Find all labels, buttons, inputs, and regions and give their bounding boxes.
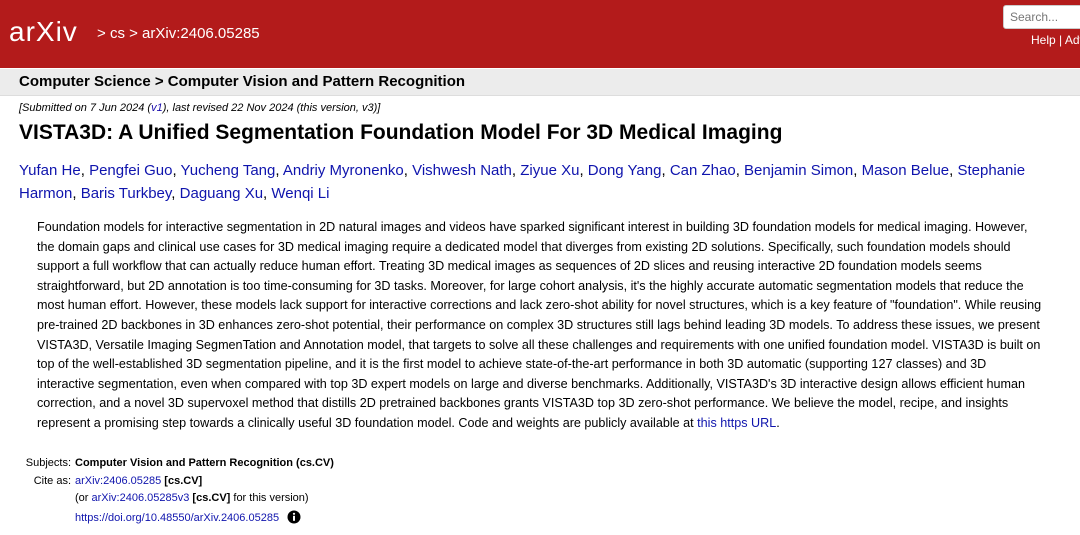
version-v1-link[interactable]: v1 [151,102,163,114]
version-suffix: for this version) [230,492,309,504]
author-separator: , [275,162,283,179]
cite-id-link[interactable]: arXiv:2406.05285 [75,475,161,487]
paper-title: VISTA3D: A Unified Segmentation Foundati… [19,121,783,144]
breadcrumb: > cs > arXiv:2406.05285 [97,25,260,42]
arxiv-logo[interactable]: arXiv [9,14,93,50]
author-separator: , [171,185,180,202]
author-link[interactable]: Can Zhao [670,162,736,179]
author-separator: , [735,162,745,179]
author-separator: , [949,162,958,179]
breadcrumb-separator: > [97,25,106,42]
author-separator: , [511,162,521,179]
info-circle-icon[interactable] [287,510,301,524]
version-prefix: (or [75,492,92,504]
author-link[interactable]: Pengfei Guo [89,162,172,179]
author-link[interactable]: Yucheng Tang [181,162,276,179]
author-separator: , [172,162,181,179]
revised-text: ), last revised 22 Nov 2024 (this versio… [162,102,381,114]
author-link[interactable]: Wenqi Li [271,185,329,202]
author-separator: , [579,162,588,179]
cite-category: [cs.CV] [164,474,203,487]
author-link[interactable]: Dong Yang [588,162,662,179]
subjects-value: Computer Vision and Pattern Recognition … [75,457,334,469]
author-list: Yufan He, Pengfei Guo, Yucheng Tang, And… [19,159,1080,205]
author-link[interactable]: Ziyue Xu [520,162,579,179]
code-url-link[interactable]: this https URL [697,416,776,430]
author-link[interactable]: Mason Belue [862,162,950,179]
author-separator: , [403,162,413,179]
submission-history: [Submitted on 7 Jun 2024 (v1), last revi… [19,102,380,114]
search-input[interactable] [1003,5,1080,29]
author-link[interactable]: Vishwesh Nath [412,162,512,179]
site-header: arXiv > cs > arXiv:2406.05285 Help | Adv [0,0,1080,68]
subjects-label: Subjects: [25,457,71,469]
help-link[interactable]: Help [1031,33,1056,47]
advanced-search-link[interactable]: Adv [1065,33,1080,47]
category-bar: Computer Science > Computer Vision and P… [0,69,1080,96]
svg-text:arXiv: arXiv [9,16,78,47]
doi-link[interactable]: https://doi.org/10.48550/arXiv.2406.0528… [75,512,279,524]
version-id-link[interactable]: arXiv:2406.05285v3 [92,492,190,504]
cite-label: Cite as: [33,474,71,487]
link-separator: | [1059,33,1063,47]
abstract-text: Foundation models for interactive segmen… [37,220,1042,430]
author-separator: , [853,162,862,179]
header-links: Help | Adv [1031,33,1080,47]
version-category: [cs.CV] [192,492,231,504]
submitted-text: [Submitted on 7 Jun 2024 ( [19,102,152,114]
author-link[interactable]: Daguang Xu [180,185,263,202]
abstract-end: . [776,415,780,430]
abstract: Foundation models for interactive segmen… [37,218,1047,434]
category-heading: Computer Science > Computer Vision and P… [19,73,466,90]
author-link[interactable]: Andriy Myronenko [283,162,404,179]
author-separator: , [72,185,81,202]
author-link[interactable]: Baris Turkbey [81,185,172,202]
author-link[interactable]: Benjamin Simon [744,162,853,179]
breadcrumb-separator: > [129,25,138,42]
breadcrumb-paper-id[interactable]: arXiv:2406.05285 [142,25,260,42]
author-separator: , [80,162,90,179]
author-separator: , [661,162,670,179]
author-link[interactable]: Yufan He [19,162,81,179]
breadcrumb-cs[interactable]: cs [110,25,125,42]
